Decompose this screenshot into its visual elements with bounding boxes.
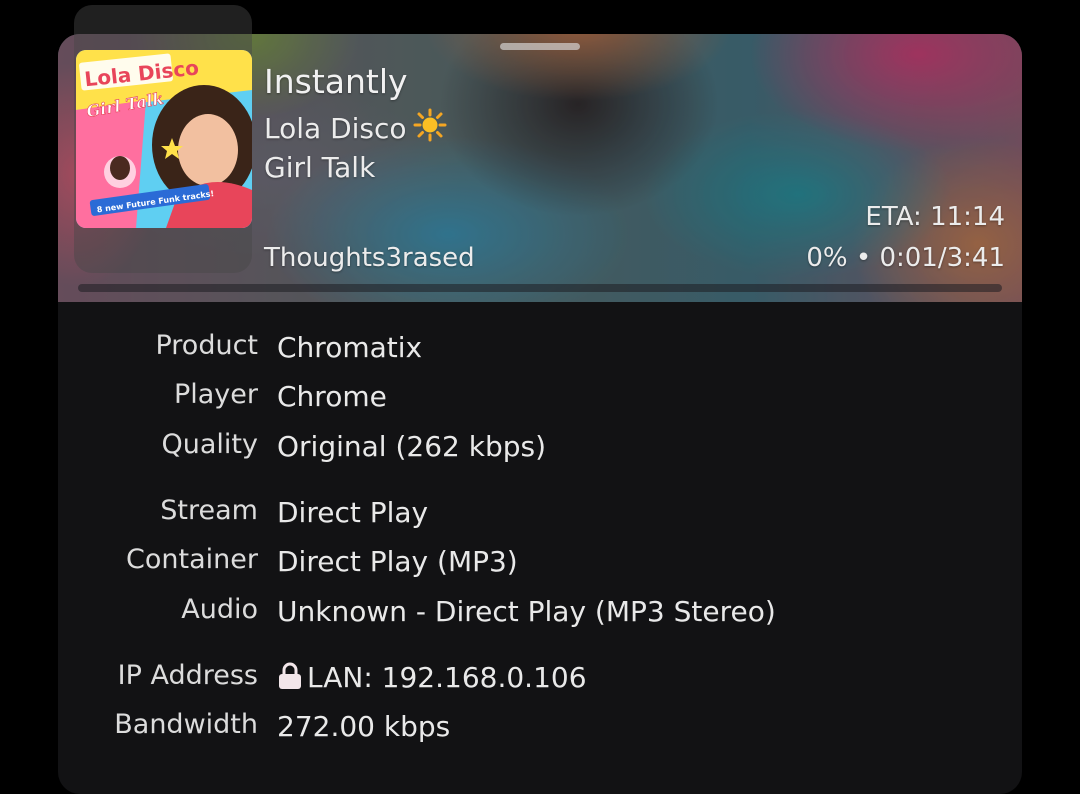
detail-value: Direct Play [277, 496, 429, 529]
detail-value: Chromatix [277, 331, 423, 364]
detail-value: Direct Play (MP3) [277, 545, 518, 578]
detail-row-player: Player Chrome [0, 379, 1080, 419]
album-art-image: 8 new Future Funk tracks! Lola Disco Gir… [76, 50, 252, 228]
ip-address-value: LAN: 192.168.0.106 [307, 661, 587, 694]
playback-progress-bar [78, 284, 1002, 292]
eta-text: ETA: 11:14 [865, 202, 1005, 232]
track-title: Instantly [264, 62, 408, 101]
detail-row-stream: Stream Direct Play [0, 495, 1080, 535]
progress-text: 0% • 0:01/3:41 [806, 243, 1005, 273]
detail-value: Original (262 kbps) [277, 430, 547, 463]
detail-row-product: Product Chromatix [0, 330, 1080, 370]
detail-value: Chrome [277, 380, 387, 413]
track-artist-label: Lola Disco [264, 112, 407, 145]
detail-label: Stream [160, 495, 258, 526]
album-art-frame[interactable]: 8 new Future Funk tracks! Lola Disco Gir… [74, 5, 252, 273]
detail-label: Bandwidth [114, 709, 258, 740]
detail-label: Audio [181, 594, 258, 625]
detail-label: Container [126, 544, 258, 575]
track-artist: Lola Disco [264, 108, 447, 149]
detail-value: 272.00 kbps [277, 710, 451, 743]
detail-row-quality: Quality Original (262 kbps) [0, 429, 1080, 469]
detail-row-audio: Audio Unknown - Direct Play (MP3 Stereo) [0, 594, 1080, 634]
detail-label: Product [155, 330, 258, 361]
detail-row-container: Container Direct Play (MP3) [0, 544, 1080, 584]
session-user: Thoughts3rased [264, 243, 475, 273]
detail-value: Unknown - Direct Play (MP3 Stereo) [277, 595, 776, 628]
detail-row-bandwidth: Bandwidth 272.00 kbps [0, 709, 1080, 749]
detail-label: IP Address [117, 660, 258, 691]
detail-value-ip: LAN: 192.168.0.106 [277, 661, 587, 697]
track-album: Girl Talk [264, 151, 376, 184]
lock-icon [277, 662, 303, 697]
detail-label: Quality [161, 429, 258, 460]
drag-handle[interactable] [500, 43, 580, 50]
sun-icon [413, 108, 447, 149]
album-art: 8 new Future Funk tracks! Lola Disco Gir… [76, 50, 252, 228]
detail-row-ip-address: IP Address LAN: 192.168.0.106 [0, 660, 1080, 700]
detail-label: Player [173, 379, 258, 410]
